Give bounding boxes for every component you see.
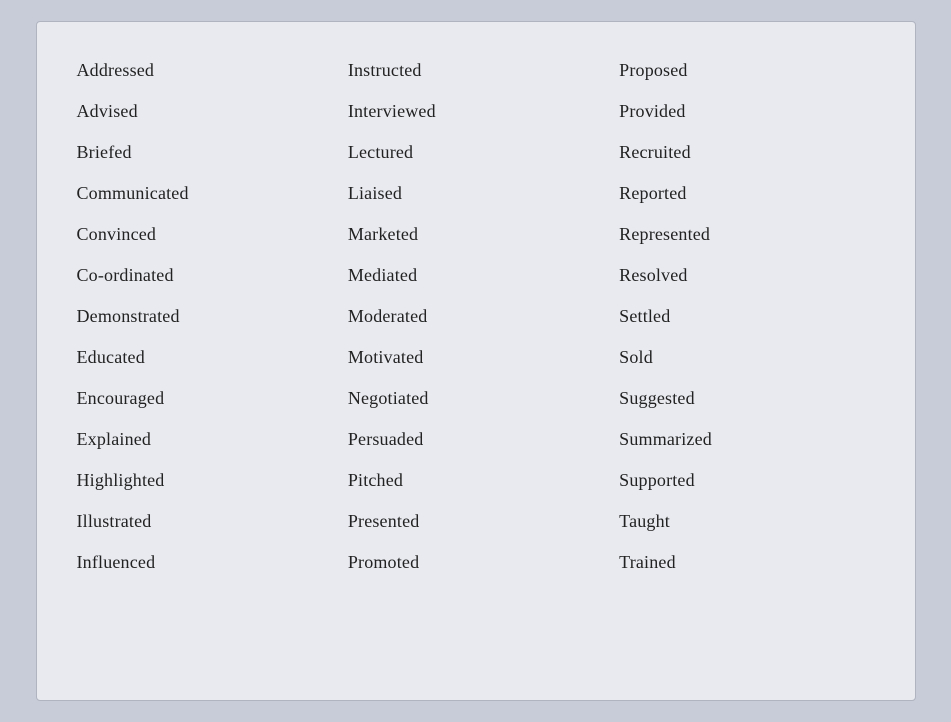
list-item: Addressed [69,50,340,91]
list-item: Moderated [340,296,611,337]
list-item: Represented [611,214,882,255]
list-item: Explained [69,419,340,460]
list-item: Influenced [69,542,340,583]
list-item: Proposed [611,50,882,91]
list-item: Supported [611,460,882,501]
word-card: AddressedInstructedProposed AdvisedInterv… [36,21,916,701]
list-item: Convinced [69,214,340,255]
list-item: Advised [69,91,340,132]
list-item: Promoted [340,542,611,583]
list-item: Mediated [340,255,611,296]
list-item: Pitched [340,460,611,501]
list-item: Settled [611,296,882,337]
list-item: Taught [611,501,882,542]
list-item: Trained [611,542,882,583]
list-item: Co-ordinated [69,255,340,296]
list-item: Negotiated [340,378,611,419]
list-item: Instructed [340,50,611,91]
list-item: Briefed [69,132,340,173]
list-item: Communicated [69,173,340,214]
list-item: Recruited [611,132,882,173]
list-item: Summarized [611,419,882,460]
list-item: Sold [611,337,882,378]
list-item: Reported [611,173,882,214]
list-item: Presented [340,501,611,542]
list-item: Lectured [340,132,611,173]
word-grid: AddressedInstructedProposed AdvisedInterv… [69,50,883,583]
list-item: Encouraged [69,378,340,419]
list-item: Provided [611,91,882,132]
list-item: Persuaded [340,419,611,460]
list-item: Demonstrated [69,296,340,337]
list-item: Suggested [611,378,882,419]
list-item: Highlighted [69,460,340,501]
list-item: Resolved [611,255,882,296]
list-item: Interviewed [340,91,611,132]
list-item: Marketed [340,214,611,255]
list-item: Motivated [340,337,611,378]
list-item: Liaised [340,173,611,214]
list-item: Illustrated [69,501,340,542]
list-item: Educated [69,337,340,378]
